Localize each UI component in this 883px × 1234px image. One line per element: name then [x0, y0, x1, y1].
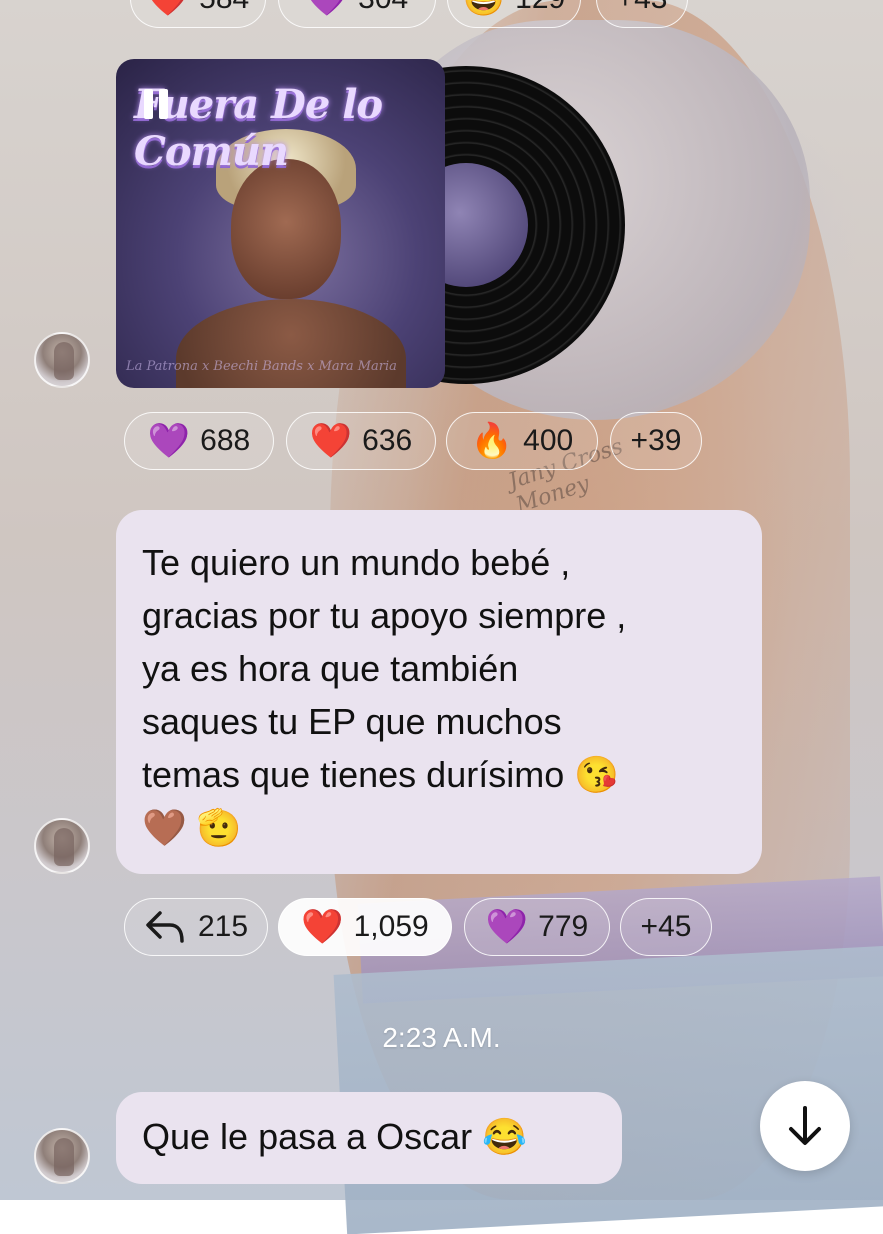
reaction-count: 400 [523, 424, 574, 457]
pause-icon[interactable] [144, 89, 170, 119]
reaction-count: 304 [358, 0, 408, 16]
message-line: Te quiero un mundo bebé , [142, 542, 571, 583]
scroll-down-button[interactable] [760, 1081, 850, 1171]
album-title: Fuera De lo Común [134, 81, 383, 175]
reaction-count: 688 [200, 424, 251, 457]
reply-count-pill[interactable]: 215 [124, 898, 268, 956]
timestamp: 2:23 A.M. [382, 1022, 501, 1053]
message-line: ya es hora que también [142, 648, 519, 689]
reaction-emoji: ❤️ [309, 422, 353, 460]
message-bubble[interactable]: Te quiero un mundo bebé , gracias por tu… [116, 510, 762, 874]
reaction-pill[interactable]: 😅 129 [447, 0, 581, 28]
album-cover[interactable]: Fuera De lo Común La Patrona x Beechi Ba… [116, 59, 445, 388]
avatar[interactable] [34, 1128, 90, 1184]
reaction-pill[interactable]: 💜 304 [278, 0, 436, 28]
reaction-pill[interactable]: 🔥 400 [446, 412, 598, 470]
avatar[interactable] [34, 332, 90, 388]
cover-body [176, 299, 406, 388]
reaction-count: 636 [362, 424, 413, 457]
more-reactions-count: +39 [630, 424, 682, 457]
reaction-count: 129 [515, 0, 565, 16]
cover-face [231, 159, 341, 299]
reaction-pill-selected[interactable]: ❤️ 1,059 [278, 898, 452, 956]
message-line: saques tu EP que muchos [142, 701, 562, 742]
reaction-emoji: 💜 [485, 908, 529, 946]
reaction-count: 584 [199, 0, 249, 16]
message-bubble[interactable]: Que le pasa a Oscar 😂 [116, 1092, 622, 1184]
message-line: 🤎 🫡 [142, 807, 242, 848]
reaction-pill[interactable]: 💜 779 [464, 898, 610, 956]
reaction-count: 1,059 [353, 910, 429, 943]
reply-arrow-icon [146, 911, 184, 943]
message-line: gracias por tu apoyo siempre , [142, 595, 627, 636]
reply-count: 215 [197, 910, 249, 943]
album-credits: La Patrona x Beechi Bands x Mara Maria [126, 359, 397, 374]
more-reactions-pill[interactable]: +39 [610, 412, 702, 470]
avatar[interactable] [34, 818, 90, 874]
reaction-pill[interactable]: ❤️ 636 [286, 412, 436, 470]
reaction-emoji: 💜 [147, 422, 191, 460]
more-reactions-count: +45 [640, 910, 692, 943]
reaction-emoji: 🔥 [470, 422, 514, 460]
reaction-count: 779 [538, 910, 589, 943]
more-reactions-count: +43 [617, 0, 668, 16]
reaction-emoji: ❤️ [301, 908, 344, 946]
reaction-pill[interactable]: ❤️ 584 [130, 0, 266, 28]
vinyl-record [437, 66, 627, 384]
reaction-emoji: 💜 [306, 0, 348, 16]
reaction-pill[interactable]: 💜 688 [124, 412, 274, 470]
reaction-emoji: ❤️ [147, 0, 189, 16]
arrow-down-icon [789, 1106, 821, 1145]
more-reactions-pill[interactable]: +45 [620, 898, 712, 956]
message-line: temas que tienes durísimo 😘 [142, 754, 620, 795]
reaction-emoji: 😅 [463, 0, 505, 16]
message-text: Que le pasa a Oscar 😂 [142, 1116, 527, 1157]
